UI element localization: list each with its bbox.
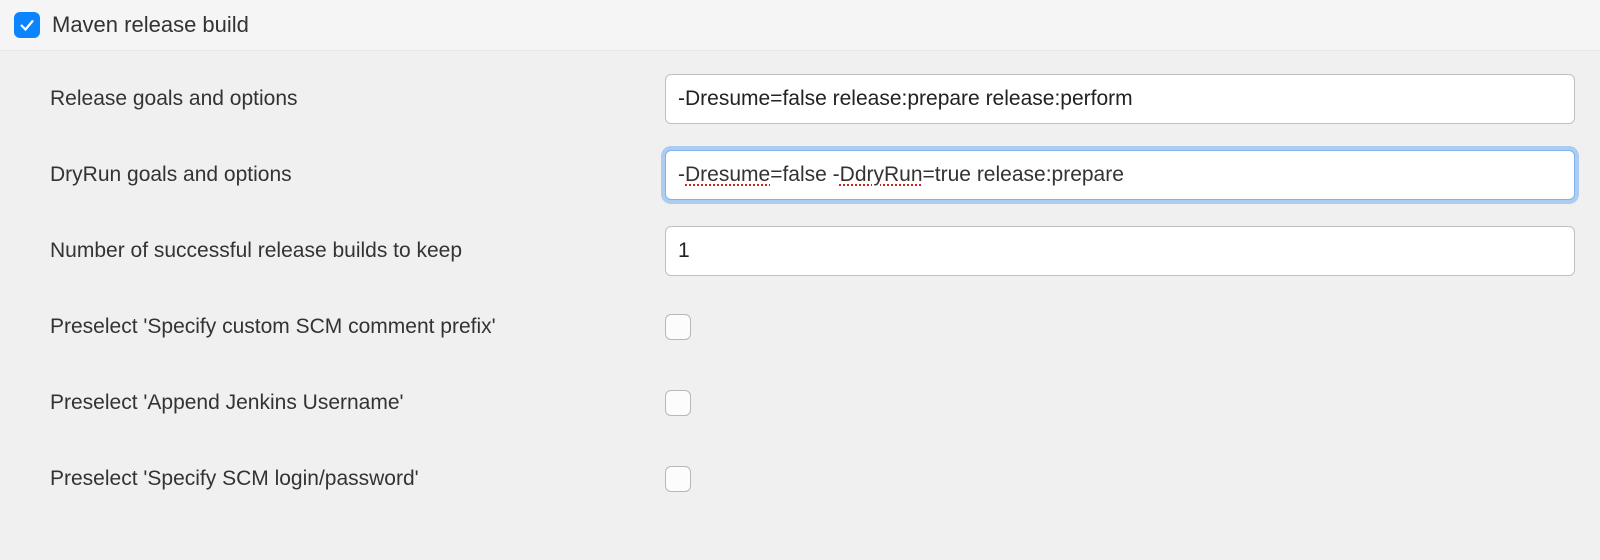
row-keep-builds: Number of successful release builds to k… <box>50 223 1600 279</box>
label-preselect-scm-comment: Preselect 'Specify custom SCM comment pr… <box>50 315 665 339</box>
row-preselect-scm-login: Preselect 'Specify SCM login/password' <box>50 451 1600 507</box>
control-preselect-jenkins-user <box>665 390 1600 416</box>
control-preselect-scm-login <box>665 466 1600 492</box>
dryrun-goals-input[interactable]: -Dresume=false -DdryRun=true release:pre… <box>665 150 1575 200</box>
text-fragment-spellcheck: DdryRun <box>840 163 923 187</box>
label-release-goals: Release goals and options <box>50 87 665 111</box>
text-fragment: =false - <box>770 163 839 187</box>
control-keep-builds <box>665 226 1600 276</box>
row-release-goals: Release goals and options <box>50 71 1600 127</box>
label-preselect-jenkins-user: Preselect 'Append Jenkins Username' <box>50 391 665 415</box>
form-body: Release goals and options DryRun goals a… <box>0 51 1600 547</box>
preselect-scm-login-checkbox[interactable] <box>665 466 691 492</box>
section-header: Maven release build <box>0 0 1600 51</box>
check-icon <box>18 16 36 34</box>
control-dryrun-goals: -Dresume=false -DdryRun=true release:pre… <box>665 150 1600 200</box>
control-preselect-scm-comment <box>665 314 1600 340</box>
text-fragment-spellcheck: Dresume <box>685 163 770 187</box>
row-dryrun-goals: DryRun goals and options -Dresume=false … <box>50 147 1600 203</box>
text-fragment: - <box>678 163 685 187</box>
maven-release-build-checkbox[interactable] <box>14 12 40 38</box>
row-preselect-scm-comment: Preselect 'Specify custom SCM comment pr… <box>50 299 1600 355</box>
release-goals-input[interactable] <box>665 74 1575 124</box>
label-dryrun-goals: DryRun goals and options <box>50 163 665 187</box>
label-keep-builds: Number of successful release builds to k… <box>50 239 665 263</box>
text-fragment: =true release:prepare <box>923 163 1124 187</box>
preselect-scm-comment-checkbox[interactable] <box>665 314 691 340</box>
control-release-goals <box>665 74 1600 124</box>
label-preselect-scm-login: Preselect 'Specify SCM login/password' <box>50 467 665 491</box>
section-title: Maven release build <box>52 12 249 38</box>
preselect-jenkins-user-checkbox[interactable] <box>665 390 691 416</box>
keep-builds-input[interactable] <box>665 226 1575 276</box>
row-preselect-jenkins-user: Preselect 'Append Jenkins Username' <box>50 375 1600 431</box>
